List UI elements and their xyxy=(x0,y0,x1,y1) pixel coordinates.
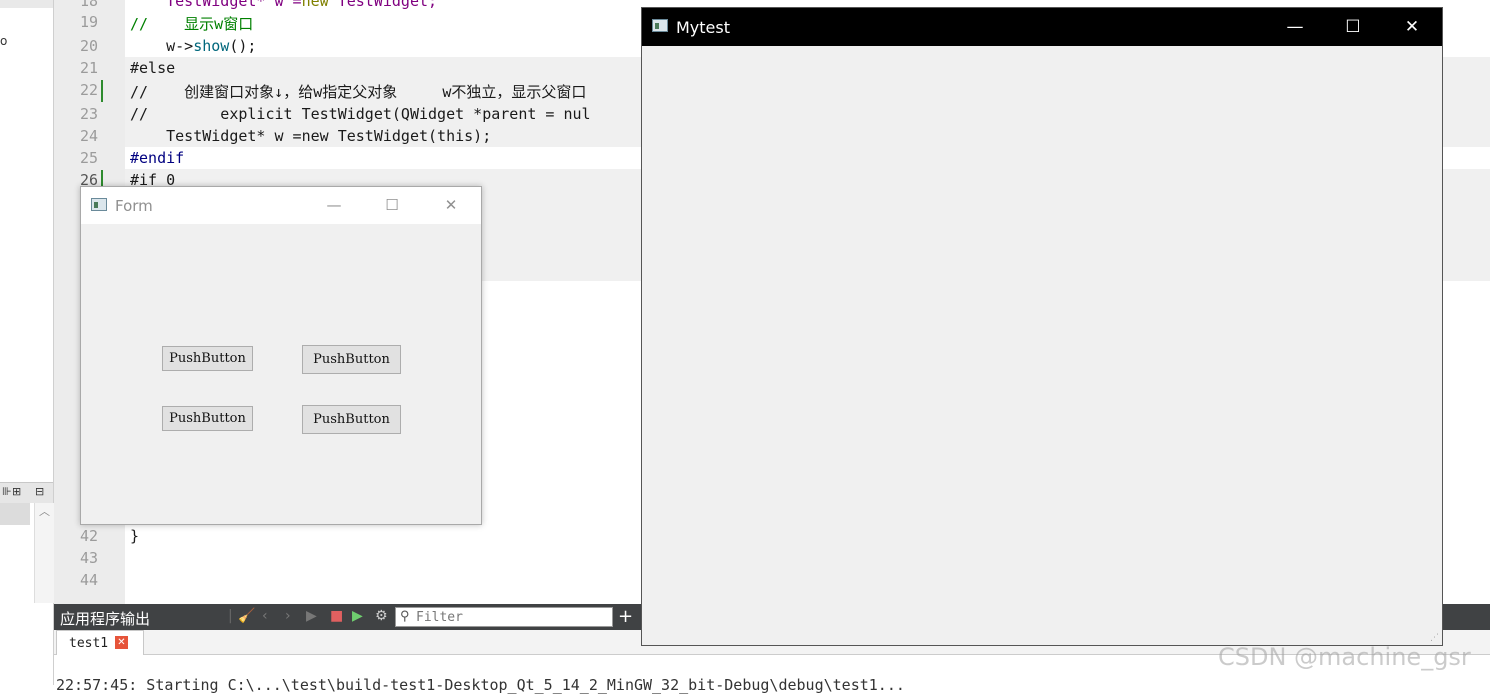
tab-test1[interactable]: test1 ✕ xyxy=(56,630,144,655)
debug-run-icon[interactable]: ▶ xyxy=(352,608,363,624)
filter-placeholder: Filter xyxy=(416,610,463,625)
code-text: w-> xyxy=(130,37,194,55)
line-number: 20 xyxy=(79,37,98,55)
mytest-titlebar[interactable]: Mytest — ☐ ✕ xyxy=(642,8,1442,46)
line-number: 23 xyxy=(79,105,98,123)
code-function: show xyxy=(193,37,230,55)
add-icon[interactable]: + xyxy=(618,606,633,627)
minimize-icon[interactable]: — xyxy=(1283,16,1307,38)
code-line-18: TestWidget* w =new TestWidget; xyxy=(130,0,437,10)
settings-gear-icon[interactable]: ⚙ xyxy=(375,608,388,624)
resize-grip-icon[interactable]: ⋰ xyxy=(1430,633,1439,643)
form-window[interactable]: Form — ☐ ✕ PushButton PushButton PushBut… xyxy=(80,186,482,525)
code-line-19: // 显示w窗口 xyxy=(130,15,254,33)
search-icon: ⚲ xyxy=(400,609,410,624)
scroll-up-icon[interactable]: ︿ xyxy=(39,505,50,518)
clear-output-icon[interactable]: 🧹 xyxy=(238,608,255,624)
code-line-22: // 创建窗口对象↓，给w指定父对象 w不独立，显示父窗口 xyxy=(130,83,587,101)
push-button-2[interactable]: PushButton xyxy=(302,345,401,374)
line-number: 19 xyxy=(79,13,98,31)
code-text: TestWidget* w = xyxy=(130,0,302,10)
code-keyword: new xyxy=(301,0,329,10)
code-line-25: #endif xyxy=(130,149,185,167)
code-text: (); xyxy=(229,37,257,55)
maximize-icon[interactable]: ☐ xyxy=(380,194,404,216)
sidebar-scrollbar[interactable]: ︿ xyxy=(34,503,54,603)
line-number: 24 xyxy=(79,127,98,145)
sidebar-glyph: o xyxy=(0,34,8,48)
app-window-icon xyxy=(91,198,107,211)
line-number: 25 xyxy=(79,149,98,167)
close-icon[interactable]: ✕ xyxy=(439,194,463,216)
line-number: 42 xyxy=(79,527,98,545)
run-icon[interactable]: ▶ xyxy=(306,608,317,624)
close-icon[interactable]: ✕ xyxy=(1400,16,1424,38)
tab-label: test1 xyxy=(69,636,109,651)
next-icon[interactable]: › xyxy=(285,608,291,624)
split-icon[interactable]: ⊪ xyxy=(2,485,12,498)
push-button-3[interactable]: PushButton xyxy=(162,406,253,431)
output-log-line: 22:57:45: Starting C:\...\test\build-tes… xyxy=(56,676,905,694)
push-button-4[interactable]: PushButton xyxy=(302,405,401,434)
mytest-window[interactable]: Mytest — ☐ ✕ ⋰ xyxy=(641,7,1443,646)
code-line-23: // explicit TestWidget(QWidget *parent =… xyxy=(130,105,591,123)
line-number: 22 xyxy=(79,81,98,99)
split-add-icon[interactable]: ⊞ xyxy=(12,485,21,498)
toolbar-separator: | xyxy=(228,608,233,624)
filter-input[interactable]: ⚲ Filter xyxy=(395,607,613,627)
code-line-42: } xyxy=(130,527,140,545)
previous-icon[interactable]: ‹ xyxy=(262,608,268,624)
close-tab-icon[interactable]: ✕ xyxy=(115,636,128,649)
sidebar-selected-row[interactable] xyxy=(0,503,30,525)
stop-icon[interactable]: ■ xyxy=(330,608,343,624)
sidebar-toolbar: ⊪ ⊞ ⊟ xyxy=(0,482,53,503)
app-window-icon xyxy=(652,19,668,32)
collapse-icon[interactable]: ⊟ xyxy=(35,485,44,498)
line-number: 44 xyxy=(79,571,98,589)
push-button-1[interactable]: PushButton xyxy=(162,346,253,371)
line-number: 43 xyxy=(79,549,98,567)
form-title: Form xyxy=(115,197,153,215)
maximize-icon[interactable]: ☐ xyxy=(1341,16,1365,38)
code-text: TestWidget; xyxy=(328,0,438,10)
output-title: 应用程序输出 xyxy=(60,610,151,628)
code-line-21: #else xyxy=(130,59,176,77)
line-number: 21 xyxy=(79,59,98,77)
sidebar-top-bar xyxy=(0,0,53,8)
minimize-icon[interactable]: — xyxy=(322,194,346,216)
left-sidebar: o ⊪ ⊞ ⊟ ︿ xyxy=(0,0,54,685)
watermark: CSDN @machine_gsr xyxy=(1218,643,1471,671)
mytest-title: Mytest xyxy=(676,18,730,37)
change-marker xyxy=(101,80,103,102)
form-titlebar[interactable]: Form — ☐ ✕ xyxy=(81,187,481,224)
code-line-24: TestWidget* w =new TestWidget(this); xyxy=(130,127,492,145)
line-number: 18 xyxy=(79,0,98,10)
code-line-20: w->show(); xyxy=(130,37,256,55)
